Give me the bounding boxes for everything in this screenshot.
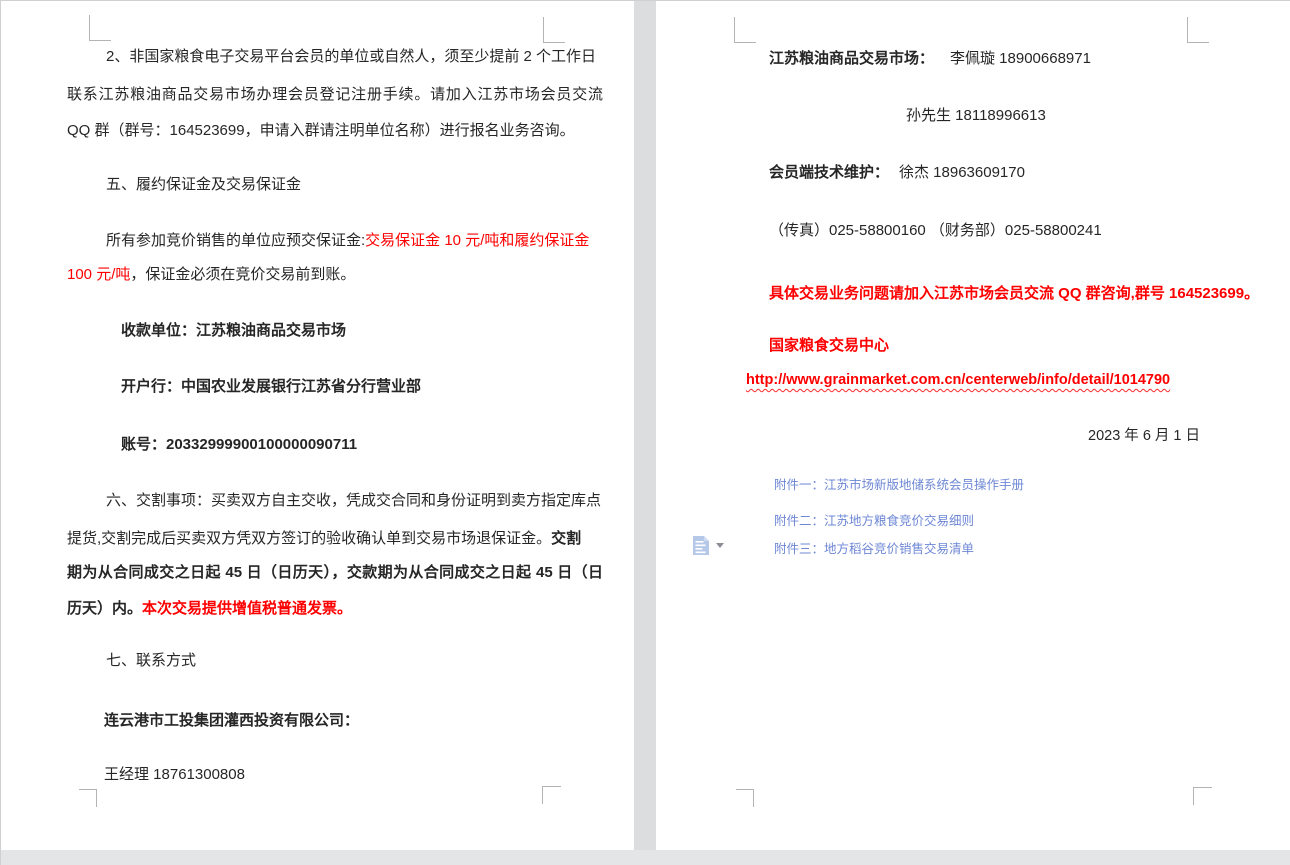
paragraph-register-line3: QQ 群（群号：164523699，申请入群请注明单位名称）进行报名业务咨询。 <box>67 121 575 141</box>
market-contact-value: 李佩璇 18900668971 <box>950 50 1091 67</box>
deposit-text-black: 所有参加竞价销售的单位应预交保证金: <box>106 232 365 249</box>
deposit-text-red: 交易保证金 10 元/吨和履约保证金 <box>365 232 589 249</box>
market-contact-line: 江苏粮油商品交易市场： 李佩璇 18900668971 <box>769 49 1091 69</box>
document-viewer: 2、非国家粮食电子交易平台会员的单位或自然人，须至少提前 2 个工作日 联系江苏… <box>0 0 1290 865</box>
company-name-line: 连云港市工投集团灌西投资有限公司： <box>104 711 359 731</box>
paragraph-delivery-line3: 期为从合同成交之日起 45 日（日历天），交款期为从合同成交之日起 45 日（日 <box>67 563 603 583</box>
deposit-tail-black: ，保证金必须在竞价交易前到账。 <box>130 266 355 283</box>
attached-file-icon <box>692 535 710 556</box>
heading-section-five: 五、履约保证金及交易保证金 <box>106 175 301 195</box>
paragraph-deposit-line2: 100 元/吨，保证金必须在竞价交易前到账。 <box>67 265 355 285</box>
tech-support-line: 会员端技术维护： 徐杰 18963609170 <box>769 163 1025 183</box>
margin-mark-bottom-right <box>1193 787 1212 805</box>
bank-payee-line: 收款单位：江苏粮油商品交易市场 <box>121 321 346 341</box>
document-date: 2023 年 6 月 1 日 <box>1088 426 1200 446</box>
qq-notice-line: 具体交易业务问题请加入江苏市场会员交流 QQ 群咨询,群号 164523699。 <box>769 284 1259 304</box>
paragraph-delivery-line1: 六、交割事项：买卖双方自主交收，凭成交合同和身份证明到卖方指定库点 <box>106 491 601 511</box>
attachment-link-2[interactable]: 附件二：江苏地方粮食竞价交易细则 <box>774 513 974 530</box>
attachment-2-title: 江苏地方粮食竞价交易细则 <box>824 514 974 528</box>
margin-mark-bottom-left <box>79 789 97 807</box>
document-page-2: 江苏粮油商品交易市场： 李佩璇 18900668971 孙先生 181189966… <box>656 1 1290 850</box>
paragraph-register-line1: 2、非国家粮食电子交易平台会员的单位或自然人，须至少提前 2 个工作日 <box>106 47 596 67</box>
delivery-tail-bold: 历天）内。 <box>67 600 142 617</box>
margin-mark-bottom-right <box>542 786 561 804</box>
invoice-notice-red: 本次交易提供增值税普通发票。 <box>142 600 352 617</box>
attachment-3-label: 附件三： <box>774 542 824 556</box>
attachment-2-label: 附件二： <box>774 514 824 528</box>
margin-mark-top-right <box>543 17 565 43</box>
deposit-amount-red: 100 元/吨 <box>67 266 130 283</box>
dropdown-arrow-icon <box>716 543 724 548</box>
paragraph-register-line2: 联系江苏粮油商品交易市场办理会员登记注册手续。请加入江苏市场会员交流 <box>67 85 603 105</box>
paragraph-delivery-line2: 提货,交割完成后买卖双方凭双方签订的验收确认单到交易市场退保证金。交割 <box>67 529 581 549</box>
viewer-bottom-strip <box>1 850 1290 865</box>
bank-account-line: 账号：20332999900100000090711 <box>121 435 357 455</box>
attachment-object-button[interactable] <box>692 535 730 559</box>
paragraph-deposit-line1: 所有参加竞价销售的单位应预交保证金:交易保证金 10 元/吨和履约保证金 <box>106 231 589 251</box>
market-label: 江苏粮油商品交易市场： <box>769 50 934 67</box>
margin-mark-top-left <box>89 15 111 41</box>
tech-label: 会员端技术维护： <box>769 164 889 181</box>
grain-center-url-link[interactable]: http://www.grainmarket.com.cn/centerweb/… <box>746 370 1170 390</box>
bank-name-line: 开户行：中国农业发展银行江苏省分行营业部 <box>121 377 421 397</box>
grain-center-name: 国家粮食交易中心 <box>769 336 889 356</box>
attachment-1-title: 江苏市场新版地储系统会员操作手册 <box>824 478 1024 492</box>
margin-mark-bottom-left <box>736 789 754 807</box>
document-page-1: 2、非国家粮食电子交易平台会员的单位或自然人，须至少提前 2 个工作日 联系江苏… <box>1 1 634 850</box>
fax-finance-line: （传真）025-58800160 （财务部）025-58800241 <box>769 221 1102 241</box>
delivery-text-regular: 提货,交割完成后买卖双方凭双方签订的验收确认单到交易市场退保证金。 <box>67 530 551 547</box>
attachment-link-1[interactable]: 附件一：江苏市场新版地储系统会员操作手册 <box>774 477 1024 494</box>
heading-section-seven: 七、联系方式 <box>106 651 196 671</box>
page-gutter <box>634 1 656 850</box>
attachment-1-label: 附件一： <box>774 478 824 492</box>
attachment-3-title: 地方稻谷竞价销售交易清单 <box>824 542 974 556</box>
delivery-text-bold-start: 交割 <box>551 530 581 547</box>
margin-mark-top-right <box>1187 17 1209 43</box>
margin-mark-top-left <box>734 17 756 43</box>
paragraph-delivery-line4: 历天）内。本次交易提供增值税普通发票。 <box>67 599 352 619</box>
attachment-link-3[interactable]: 附件三：地方稻谷竞价销售交易清单 <box>774 541 974 558</box>
market-contact2-line: 孙先生 18118996613 <box>906 106 1046 126</box>
company-contact-line: 王经理 18761300808 <box>104 765 245 785</box>
tech-contact-value: 徐杰 18963609170 <box>899 164 1025 181</box>
